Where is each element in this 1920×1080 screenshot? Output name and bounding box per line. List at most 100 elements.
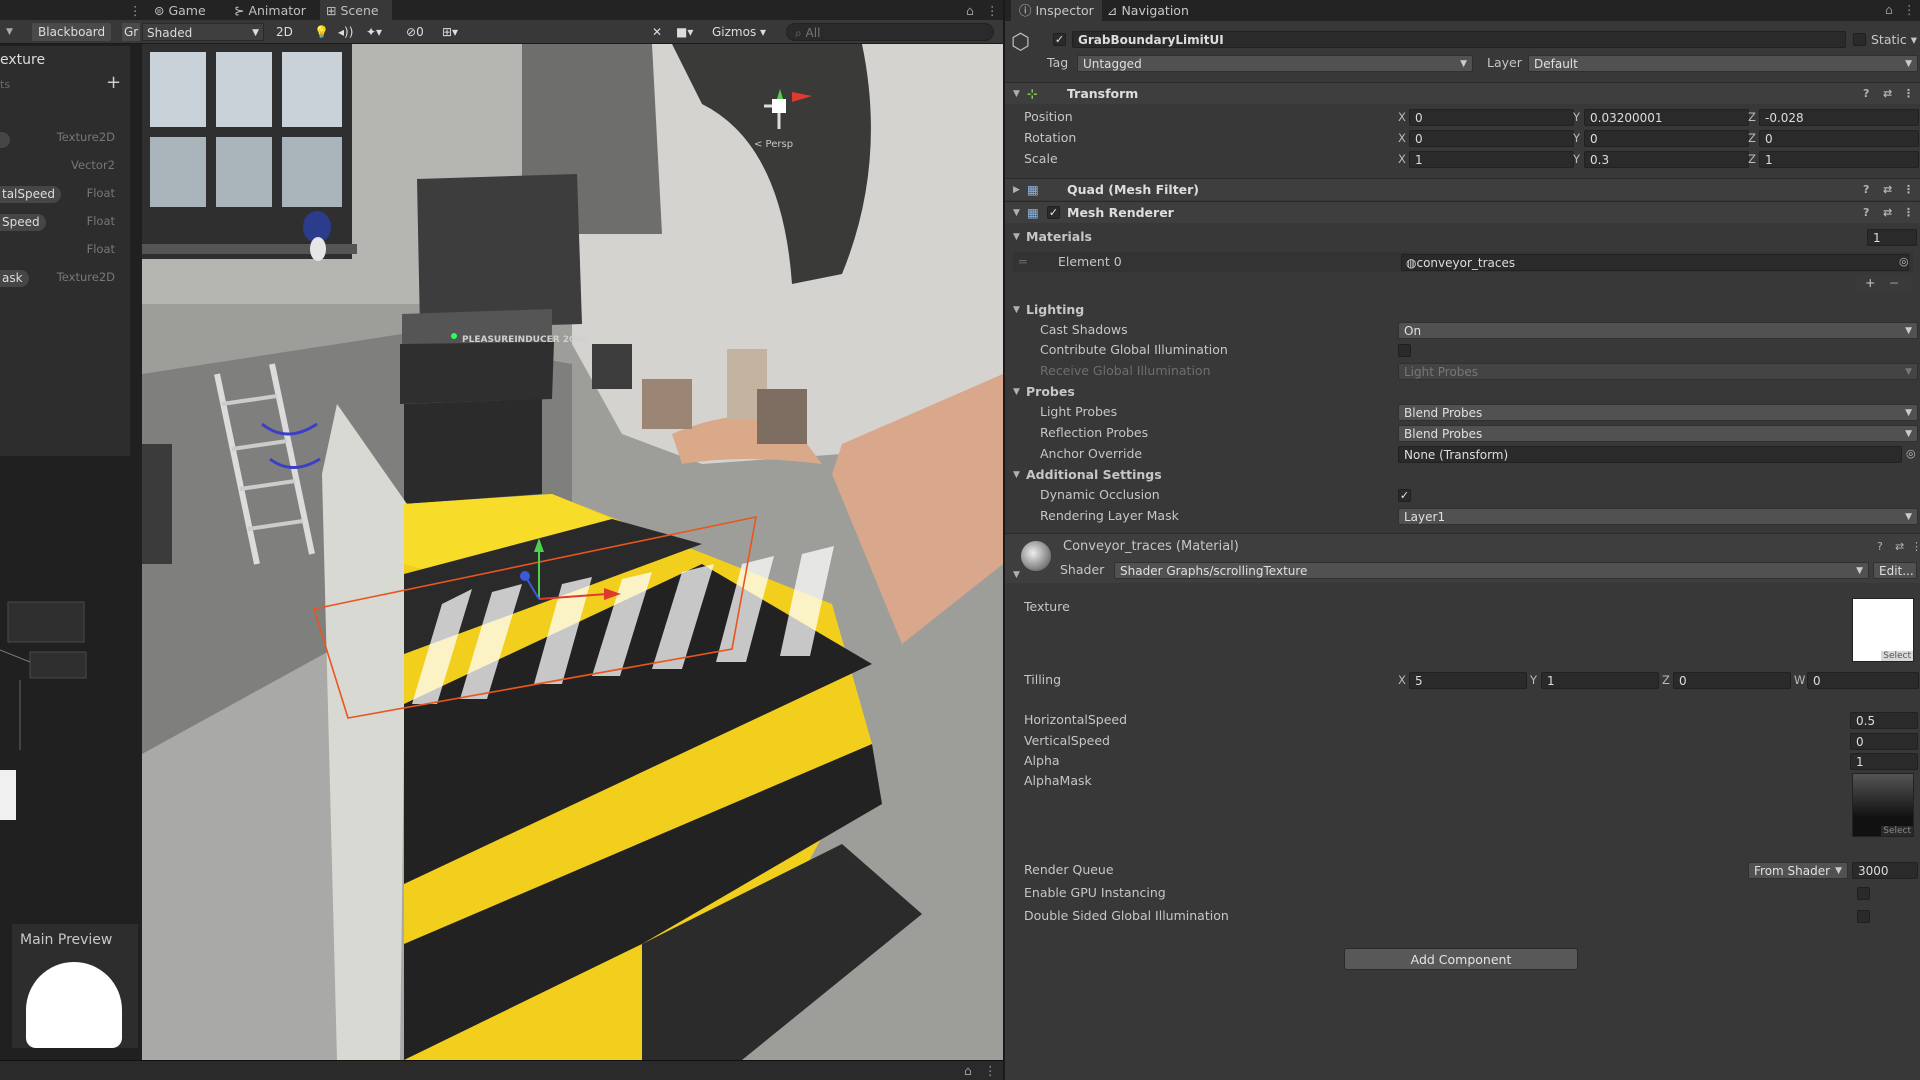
more-icon[interactable]: ⋮ <box>1903 202 1914 224</box>
alpha-mask-thumbnail[interactable]: Select <box>1852 773 1914 837</box>
additional-settings-foldout[interactable]: ▼ Additional Settings <box>1005 465 1920 485</box>
persp-label[interactable]: < Persp <box>754 139 793 150</box>
more-icon[interactable]: ⋮ <box>984 1063 997 1078</box>
tilling-y-input[interactable]: 1 <box>1541 672 1659 689</box>
tab-animator[interactable]: ⊱ Animator <box>228 0 306 21</box>
shading-mode-dropdown[interactable]: Shaded ▼ <box>142 23 264 41</box>
object-active-checkbox[interactable]: ✓ <box>1053 33 1066 46</box>
scene-viewport[interactable]: PLEASUREINDUCER 2000 < Persp <box>142 44 1003 1060</box>
scale-x-input[interactable]: 1 <box>1409 151 1574 168</box>
help-icon[interactable]: ? <box>1863 202 1869 224</box>
light-probes-dropdown[interactable]: Blend Probes ▼ <box>1398 404 1918 421</box>
static-dropdown[interactable]: Static ▾ <box>1871 32 1917 47</box>
visibility-icon[interactable]: ⊘0 <box>406 23 424 41</box>
gizmos-dropdown[interactable]: Gizmos ▾ <box>712 23 766 41</box>
lock-icon[interactable]: ⌂ <box>960 0 974 21</box>
tab-scene[interactable]: ⊞ Scene <box>320 0 392 21</box>
anchor-override-field[interactable]: None (Transform) <box>1398 446 1902 463</box>
camera-icon[interactable]: ■▾ <box>676 23 693 41</box>
help-icon[interactable]: ? <box>1863 179 1869 201</box>
lock-icon[interactable]: ⌂ <box>964 1063 972 1078</box>
toggle-2d-button[interactable]: 2D <box>276 23 293 41</box>
scene-search-input[interactable]: ⌕ All <box>786 23 994 41</box>
position-y-input[interactable]: 0.03200001 <box>1584 109 1749 126</box>
rotation-z-input[interactable]: 0 <box>1759 130 1919 147</box>
reflection-probes-dropdown[interactable]: Blend Probes ▼ <box>1398 425 1918 442</box>
mesh-renderer-header[interactable]: ▼ ▦ ✓ Mesh Renderer ? ⇄ ⋮ <box>1005 201 1920 223</box>
horizontal-speed-input[interactable]: 0.5 <box>1850 712 1918 729</box>
lighting-icon[interactable]: 💡 <box>314 23 329 41</box>
blackboard-property-pill[interactable] <box>0 132 10 148</box>
tab-navigation[interactable]: ⊿ Navigation <box>1107 0 1189 21</box>
texture-select-button[interactable]: Select <box>1881 651 1913 661</box>
blackboard-toggle[interactable]: Blackboard <box>32 23 112 41</box>
audio-icon[interactable]: ◂)) <box>338 23 353 41</box>
edit-shader-button[interactable]: Edit... <box>1873 562 1917 579</box>
cast-shadows-dropdown[interactable]: On ▼ <box>1398 322 1918 339</box>
rotation-y-input[interactable]: 0 <box>1584 130 1749 147</box>
object-name-field[interactable]: GrabBoundaryLimitUI <box>1072 31 1846 48</box>
drag-handle-icon[interactable]: ═ <box>1019 252 1027 272</box>
effects-icon[interactable]: ✦▾ <box>366 23 382 41</box>
tilling-z-input[interactable]: 0 <box>1673 672 1791 689</box>
preset-icon[interactable]: ⇄ <box>1895 540 1904 553</box>
contribute-gi-checkbox[interactable] <box>1398 344 1411 357</box>
preset-icon[interactable]: ⇄ <box>1883 83 1892 105</box>
probes-foldout[interactable]: ▼ Probes <box>1005 382 1920 402</box>
texture-thumbnail[interactable]: Select <box>1852 598 1914 662</box>
render-queue-dropdown[interactable]: From Shader ▼ <box>1748 862 1848 879</box>
more-icon[interactable]: ⋮ <box>1903 179 1914 201</box>
double-sided-gi-checkbox[interactable] <box>1857 910 1870 923</box>
rotation-x-input[interactable]: 0 <box>1409 130 1574 147</box>
grid-toggle-icon[interactable]: ⊞▾ <box>442 23 458 41</box>
lock-icon[interactable]: ⌂ <box>1885 2 1893 17</box>
mesh-filter-header[interactable]: ▶ ▦ Quad (Mesh Filter) ? ⇄ ⋮ <box>1005 178 1920 200</box>
scale-y-input[interactable]: 0.3 <box>1584 151 1749 168</box>
object-picker-icon[interactable]: ◎ <box>1906 444 1916 464</box>
chevron-down-icon[interactable]: ▼ <box>6 23 13 41</box>
rendering-layer-dropdown[interactable]: Layer1 ▼ <box>1398 508 1918 525</box>
position-z-input[interactable]: -0.028 <box>1759 109 1919 126</box>
position-x-input[interactable]: 0 <box>1409 109 1574 126</box>
plus-icon[interactable]: + <box>1865 275 1875 290</box>
help-icon[interactable]: ? <box>1877 540 1883 553</box>
tag-dropdown[interactable]: Untagged ▼ <box>1077 55 1473 72</box>
mesh-renderer-enabled-checkbox[interactable]: ✓ <box>1047 206 1060 219</box>
tilling-w-input[interactable]: 0 <box>1807 672 1919 689</box>
more-icon[interactable]: ⋮ <box>1903 2 1916 17</box>
add-property-button[interactable]: + <box>106 72 121 93</box>
render-queue-input[interactable]: 3000 <box>1852 862 1918 879</box>
tab-game[interactable]: ⊜ Game <box>148 0 206 21</box>
materials-row[interactable]: ▼ Materials 1 <box>1005 227 1920 247</box>
gpu-instancing-checkbox[interactable] <box>1857 887 1870 900</box>
alpha-input[interactable]: 1 <box>1850 753 1918 770</box>
panel-menu-icon[interactable]: ⋮ <box>123 0 142 21</box>
transform-header[interactable]: ▼ ⊹ Transform ? ⇄ ⋮ <box>1005 82 1920 104</box>
tab-inspector[interactable]: ⓘ Inspector <box>1011 0 1102 21</box>
minus-icon[interactable]: − <box>1889 275 1899 290</box>
static-checkbox[interactable] <box>1853 33 1866 46</box>
blackboard-property[interactable]: ask <box>0 270 29 287</box>
element0-object-field[interactable]: ◍conveyor_traces <box>1401 254 1909 271</box>
add-component-button[interactable]: Add Component <box>1344 948 1578 970</box>
blackboard-property[interactable]: talSpeed <box>0 186 62 203</box>
more-icon[interactable]: ⋮ <box>1911 540 1920 553</box>
more-icon[interactable]: ⋮ <box>980 0 999 21</box>
shader-dropdown[interactable]: Shader Graphs/scrollingTexture ▼ <box>1114 562 1869 579</box>
preset-icon[interactable]: ⇄ <box>1883 202 1892 224</box>
more-icon[interactable]: ⋮ <box>1903 83 1914 105</box>
blackboard-property[interactable]: Speed <box>0 214 46 231</box>
materials-count-input[interactable]: 1 <box>1867 229 1917 246</box>
graph-toggle[interactable]: Gr <box>122 23 141 41</box>
layer-dropdown[interactable]: Default ▼ <box>1528 55 1918 72</box>
lighting-foldout[interactable]: ▼ Lighting <box>1005 300 1920 320</box>
scale-z-input[interactable]: 1 <box>1759 151 1919 168</box>
material-header[interactable]: ▼ Conveyor_traces (Material) ? ⇄ ⋮ Shade… <box>1005 533 1920 583</box>
tilling-x-input[interactable]: 5 <box>1409 672 1527 689</box>
preset-icon[interactable]: ⇄ <box>1883 179 1892 201</box>
object-picker-icon[interactable]: ◎ <box>1899 252 1909 272</box>
tools-icon[interactable]: ✕ <box>652 23 662 41</box>
dynamic-occlusion-checkbox[interactable]: ✓ <box>1398 489 1411 502</box>
alpha-mask-select-button[interactable]: Select <box>1881 826 1913 836</box>
help-icon[interactable]: ? <box>1863 83 1869 105</box>
